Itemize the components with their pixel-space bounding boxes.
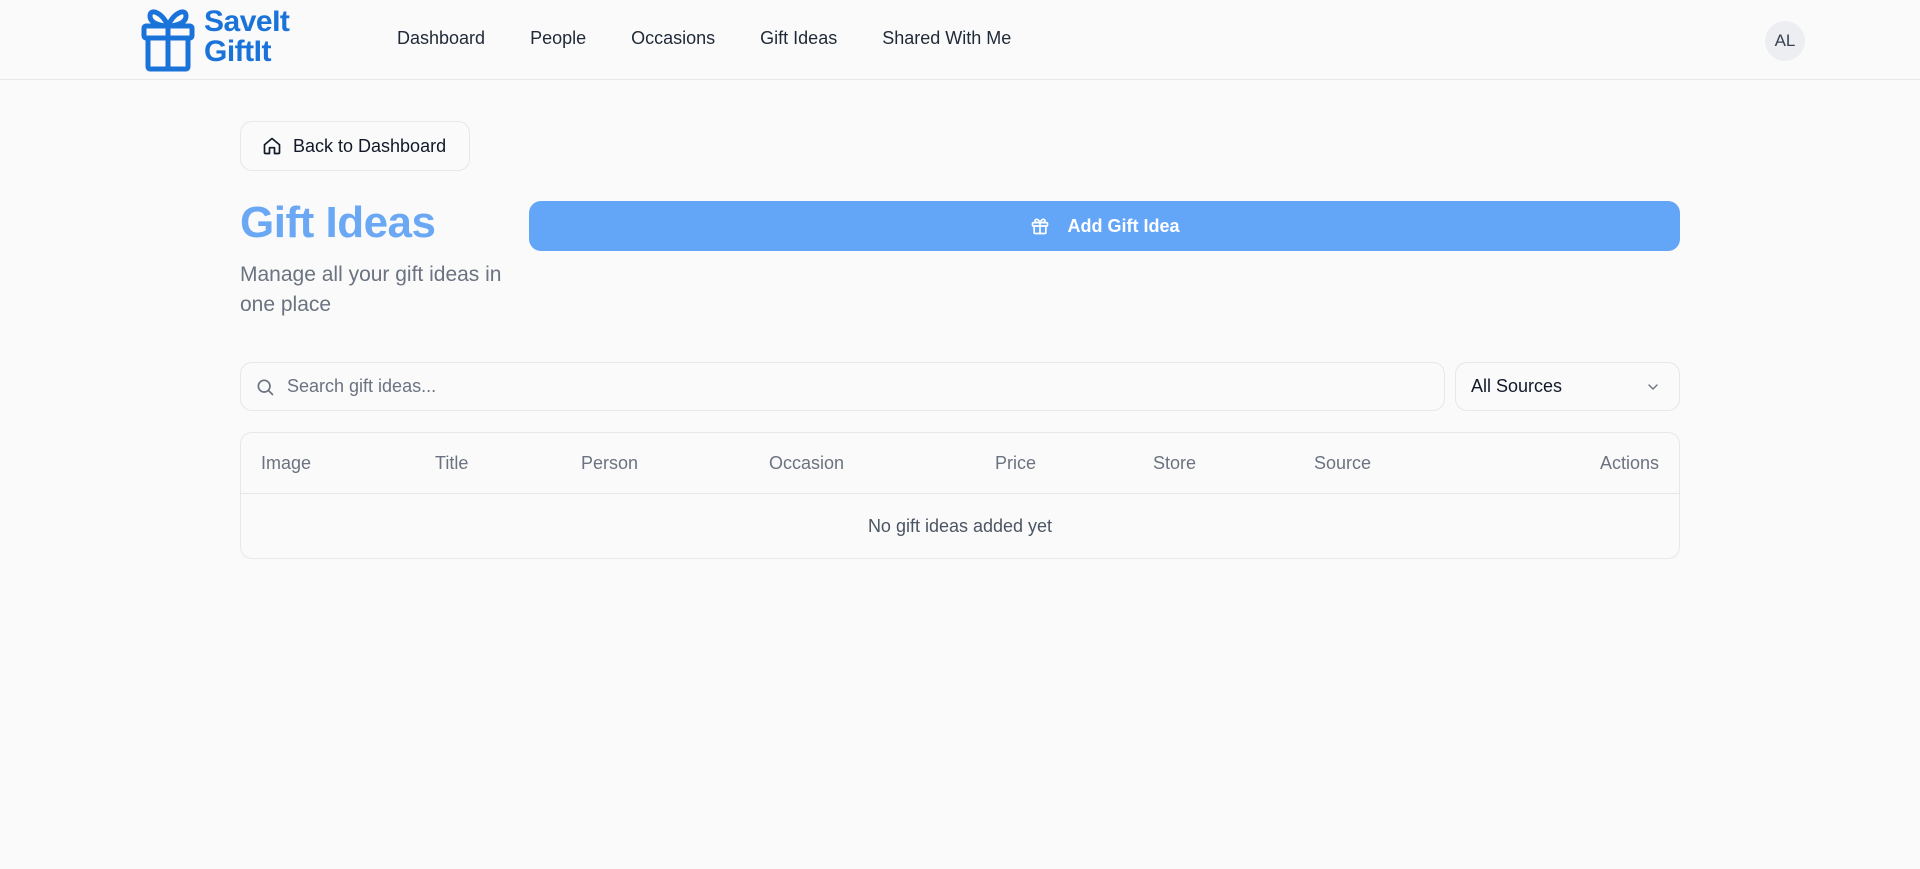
top-navigation-bar: SaveIt GiftIt Dashboard People Occasions… bbox=[0, 0, 1920, 80]
search-input[interactable] bbox=[287, 376, 1387, 397]
back-to-dashboard-label: Back to Dashboard bbox=[293, 135, 447, 156]
main-nav: Dashboard People Occasions Gift Ideas Sh… bbox=[397, 28, 1011, 49]
search-field[interactable] bbox=[240, 362, 1445, 411]
search-icon bbox=[257, 379, 274, 395]
gift-icon bbox=[1031, 218, 1048, 235]
nav-item-dashboard[interactable]: Dashboard bbox=[397, 28, 485, 49]
app-logo[interactable]: SaveIt GiftIt bbox=[140, 2, 290, 72]
column-header-image: Image bbox=[261, 453, 312, 473]
column-header-actions: Actions bbox=[1599, 453, 1659, 473]
gift-logo-icon bbox=[141, 9, 195, 72]
add-gift-idea-label: Add Gift Idea bbox=[1067, 215, 1180, 236]
nav-item-shared-with-me[interactable]: Shared With Me bbox=[882, 28, 1011, 49]
nav-item-occasions[interactable]: Occasions bbox=[631, 28, 715, 49]
nav-item-gift-ideas[interactable]: Gift Ideas bbox=[760, 28, 837, 49]
nav-item-people[interactable]: People bbox=[530, 28, 586, 49]
add-gift-idea-button[interactable]: Add Gift Idea bbox=[529, 201, 1680, 251]
page-subtitle: Manage all your gift ideas in one place bbox=[240, 263, 502, 316]
column-header-title: Title bbox=[435, 453, 469, 473]
table-header-row: Image Title Person Occasion Price Store … bbox=[241, 433, 1679, 494]
brand-name-line1: SaveIt bbox=[204, 5, 290, 38]
column-header-price: Price bbox=[995, 453, 1037, 473]
source-filter-value: All Sources bbox=[1471, 376, 1563, 396]
chevron-down-icon bbox=[1648, 383, 1658, 390]
brand-name: SaveIt GiftIt bbox=[204, 5, 290, 68]
column-header-store: Store bbox=[1153, 453, 1197, 473]
home-icon bbox=[263, 137, 281, 155]
column-header-source: Source bbox=[1314, 453, 1372, 473]
column-header-occasion: Occasion bbox=[769, 453, 845, 473]
empty-state-message: No gift ideas added yet bbox=[867, 516, 1053, 536]
back-to-dashboard-button[interactable]: Back to Dashboard bbox=[240, 121, 470, 171]
column-header-person: Person bbox=[581, 453, 639, 473]
brand-name-line2: GiftIt bbox=[204, 35, 271, 68]
source-filter-select[interactable]: All Sources bbox=[1455, 362, 1680, 411]
user-avatar[interactable]: AL bbox=[1765, 21, 1805, 61]
gift-ideas-table: Image Title Person Occasion Price Store … bbox=[240, 432, 1680, 559]
page-title: Gift Ideas bbox=[240, 198, 436, 247]
